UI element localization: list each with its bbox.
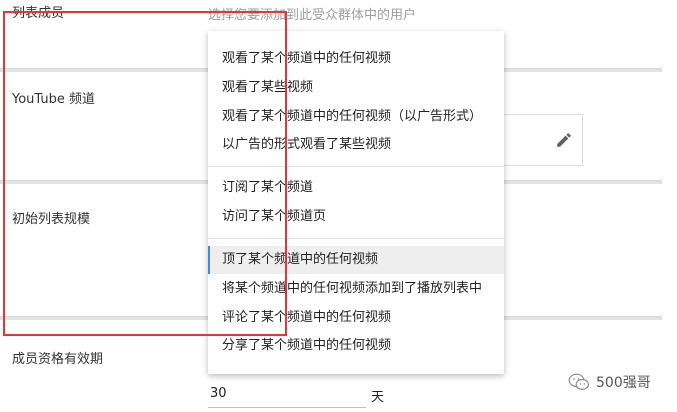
dropdown-item[interactable]: 以广告的形式观看了某些视频 <box>208 131 504 159</box>
dropdown-item[interactable]: 将某个频道中的任何视频添加到了播放列表中 <box>208 275 504 303</box>
input-underline <box>208 407 366 408</box>
dropdown-divider <box>208 238 504 239</box>
dropdown-item[interactable]: 观看了某个频道中的任何视频 <box>208 45 504 73</box>
wechat-icon <box>568 373 589 390</box>
dropdown-item[interactable]: 观看了某些视频 <box>208 74 504 102</box>
pencil-icon[interactable] <box>555 131 573 149</box>
dropdown-item[interactable]: 订阅了某个频道 <box>208 174 504 202</box>
dropdown-item-active[interactable]: 顶了某个频道中的任何视频 <box>208 246 504 274</box>
initial-list-size-label: 初始列表规模 <box>12 212 91 227</box>
membership-duration-unit: 天 <box>371 390 385 405</box>
dropdown-item[interactable]: 分享了某个频道中的任何视频 <box>208 332 504 360</box>
list-members-select[interactable]: 选择您要添加到此受众群体中的用户 <box>208 4 416 23</box>
dropdown-item[interactable]: 观看了某个频道中的任何视频（以广告形式） <box>208 103 504 131</box>
youtube-channel-label: YouTube 频道 <box>12 92 95 107</box>
dropdown-divider <box>208 166 504 167</box>
membership-duration-label: 成员资格有效期 <box>12 352 104 367</box>
watermark: 500强哥 <box>568 372 651 392</box>
list-members-label: 列表成员 <box>12 6 65 21</box>
dropdown-item[interactable]: 评论了某个频道中的任何视频 <box>208 304 504 332</box>
membership-duration-input[interactable]: 30 <box>210 386 227 401</box>
dropdown-item[interactable]: 访问了某个频道页 <box>208 203 504 231</box>
watermark-text: 500强哥 <box>596 375 651 391</box>
